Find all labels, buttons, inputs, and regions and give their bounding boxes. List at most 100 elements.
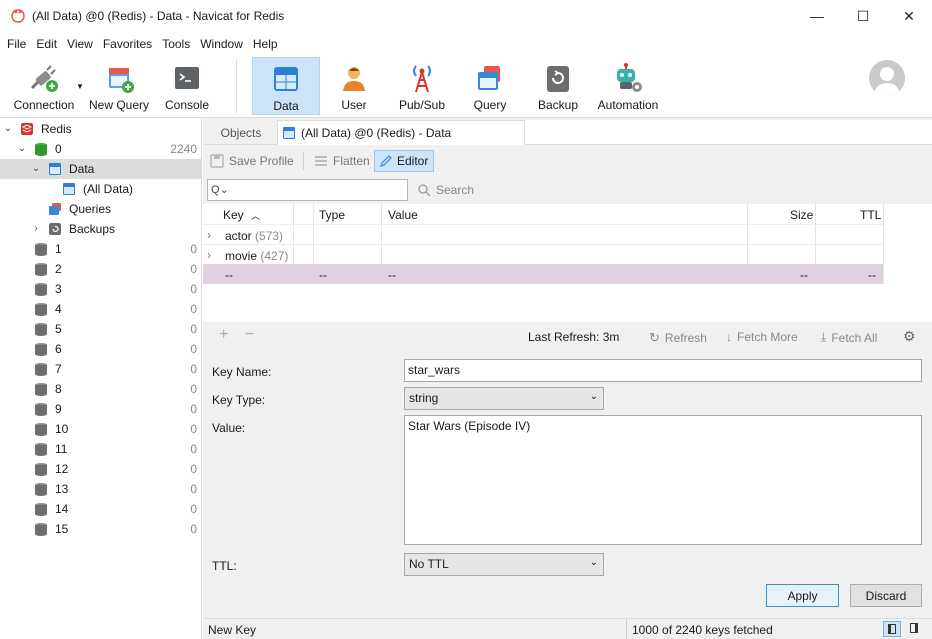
tree-item-db-2[interactable]: 20 xyxy=(0,259,201,279)
save-disk-icon xyxy=(210,154,224,168)
close-button[interactable]: ✕ xyxy=(886,0,932,32)
menu-file[interactable]: File xyxy=(2,37,31,51)
tree-item-db-4[interactable]: 40 xyxy=(0,299,201,319)
grid-header: Key ︿ Type Value Size TTL xyxy=(203,204,883,224)
tree-item-db-15[interactable]: 15 0 xyxy=(0,519,201,539)
data-table-icon xyxy=(49,163,61,175)
tree-item-redis[interactable]: ⌄ Redis xyxy=(0,119,201,139)
menu-view[interactable]: View xyxy=(62,37,98,51)
value-textarea[interactable]: Star Wars (Episode IV) xyxy=(404,415,922,545)
tree-item-db-13[interactable]: 13 0 xyxy=(0,479,201,499)
fetch-all-button[interactable]: ⤓ Fetch All xyxy=(821,330,877,345)
column-header-type[interactable]: Type xyxy=(319,208,345,222)
minimize-button[interactable]: — xyxy=(794,0,840,32)
tab-data[interactable]: (All Data) @0 (Redis) - Data xyxy=(277,120,525,145)
db-label: 11 xyxy=(55,442,68,456)
column-header-ttl[interactable]: TTL xyxy=(860,208,881,222)
console-button[interactable]: Console xyxy=(160,57,214,115)
tree-item-db-5[interactable]: 50 xyxy=(0,319,201,339)
db-label: 10 xyxy=(55,422,69,436)
tree-item-db-7[interactable]: 70 xyxy=(0,359,201,379)
db-count: 0 xyxy=(190,482,197,496)
menu-edit[interactable]: Edit xyxy=(31,37,62,51)
tree-item-all-data[interactable]: (All Data) xyxy=(0,179,201,199)
chevron-right-icon[interactable]: › xyxy=(207,228,211,242)
fetch-more-button[interactable]: ↓ Fetch More xyxy=(726,330,798,344)
editor-pencil-icon xyxy=(379,155,392,168)
tree-item-queries[interactable]: Queries xyxy=(0,199,201,219)
db-label: 12 xyxy=(55,462,69,476)
key-name-field[interactable]: star_wars xyxy=(404,359,922,382)
table-row[interactable]: › movie (427) xyxy=(203,244,883,264)
magnifier-icon xyxy=(418,184,431,197)
ttl-select[interactable]: No TTL ⌄ xyxy=(404,553,604,576)
table-row[interactable]: › actor (573) xyxy=(203,224,883,244)
subtoolbar-separator xyxy=(303,152,304,170)
redis-icon xyxy=(21,123,33,135)
menu-help[interactable]: Help xyxy=(248,37,283,51)
tab-bar: Objects (All Data) @0 (Redis) - Data xyxy=(203,118,932,145)
menu-favorites[interactable]: Favorites xyxy=(98,37,157,51)
tree-item-db-10[interactable]: 10 0 xyxy=(0,419,201,439)
db-label: 14 xyxy=(55,502,69,516)
db-label: 2 xyxy=(55,262,62,276)
layout-view-button[interactable] xyxy=(883,621,901,637)
add-key-button[interactable]: + xyxy=(219,326,228,344)
backup-icon xyxy=(49,223,61,235)
tree-item-db-1[interactable]: 10 xyxy=(0,239,201,259)
pubsub-button[interactable]: Pub/Sub xyxy=(394,57,450,115)
table-row-new-key[interactable]: -- -- -- -- -- xyxy=(203,264,883,284)
user-button[interactable]: User xyxy=(330,57,378,115)
flatten-button[interactable]: Flatten xyxy=(313,150,370,172)
discard-button[interactable]: Discard xyxy=(850,584,922,607)
chevron-down-icon[interactable]: ⌄ xyxy=(3,124,13,134)
arrow-down-icon: ↓ xyxy=(726,330,732,344)
data-button[interactable]: Data xyxy=(252,57,320,115)
query-button[interactable]: Query xyxy=(466,57,514,115)
column-header-size[interactable]: Size xyxy=(790,208,813,222)
tree-item-db-6[interactable]: 60 xyxy=(0,339,201,359)
gear-icon[interactable]: ⚙ xyxy=(903,328,916,345)
tree-item-db-14[interactable]: 14 0 xyxy=(0,499,201,519)
db-label: 1 xyxy=(55,242,62,256)
menu-window[interactable]: Window xyxy=(195,37,248,51)
db-count: 0 xyxy=(190,422,197,436)
tree-item-db-11[interactable]: 11 0 xyxy=(0,439,201,459)
key-type-select[interactable]: string ⌄ xyxy=(404,387,604,410)
apply-button[interactable]: Apply xyxy=(766,584,839,607)
chevron-right-icon[interactable]: › xyxy=(31,224,41,234)
user-avatar[interactable] xyxy=(869,60,905,96)
column-header-value[interactable]: Value xyxy=(388,208,418,222)
chevron-down-icon[interactable]: ⌄ xyxy=(31,164,41,174)
tree-item-db-12[interactable]: 12 0 xyxy=(0,459,201,479)
db-count: 0 xyxy=(190,402,197,416)
tab-objects[interactable]: Objects xyxy=(205,120,277,145)
tree-item-db-3[interactable]: 30 xyxy=(0,279,201,299)
value-label: Value: xyxy=(212,421,246,435)
tree-item-db-8[interactable]: 80 xyxy=(0,379,201,399)
tree-item-db-9[interactable]: 90 xyxy=(0,399,201,419)
editor-toggle-button[interactable]: Editor xyxy=(374,150,434,172)
connection-dropdown-arrow-icon[interactable]: ▼ xyxy=(76,82,84,91)
refresh-button[interactable]: ↻ Refresh xyxy=(649,330,707,346)
search-button[interactable]: Search xyxy=(417,183,474,197)
remove-key-button[interactable]: − xyxy=(245,326,254,344)
new-query-button[interactable]: New Query xyxy=(88,57,150,115)
connection-button[interactable]: Connection xyxy=(8,57,80,115)
automation-button[interactable]: Automation xyxy=(594,57,662,115)
column-header-key[interactable]: Key ︿ xyxy=(223,208,260,222)
menu-tools[interactable]: Tools xyxy=(157,37,195,51)
tree-item-data[interactable]: ⌄ Data xyxy=(0,159,201,179)
db-label: 8 xyxy=(55,382,62,396)
query-icon xyxy=(474,62,506,94)
chevron-right-icon[interactable]: › xyxy=(207,248,211,262)
maximize-button[interactable]: ☐ xyxy=(840,0,886,32)
panel-toggle-button[interactable] xyxy=(906,621,924,637)
tree-item-db-0[interactable]: ⌄ 0 2240 xyxy=(0,139,201,159)
chevron-down-icon[interactable]: ⌄ xyxy=(17,144,27,154)
tree-item-backups[interactable]: › Backups xyxy=(0,219,201,239)
backup-button[interactable]: Backup xyxy=(530,57,586,115)
search-input[interactable]: Q⌄ xyxy=(207,179,408,201)
main-toolbar: Connection ▼ New Query Console Data User… xyxy=(0,56,932,118)
save-profile-button[interactable]: Save Profile xyxy=(209,150,294,172)
